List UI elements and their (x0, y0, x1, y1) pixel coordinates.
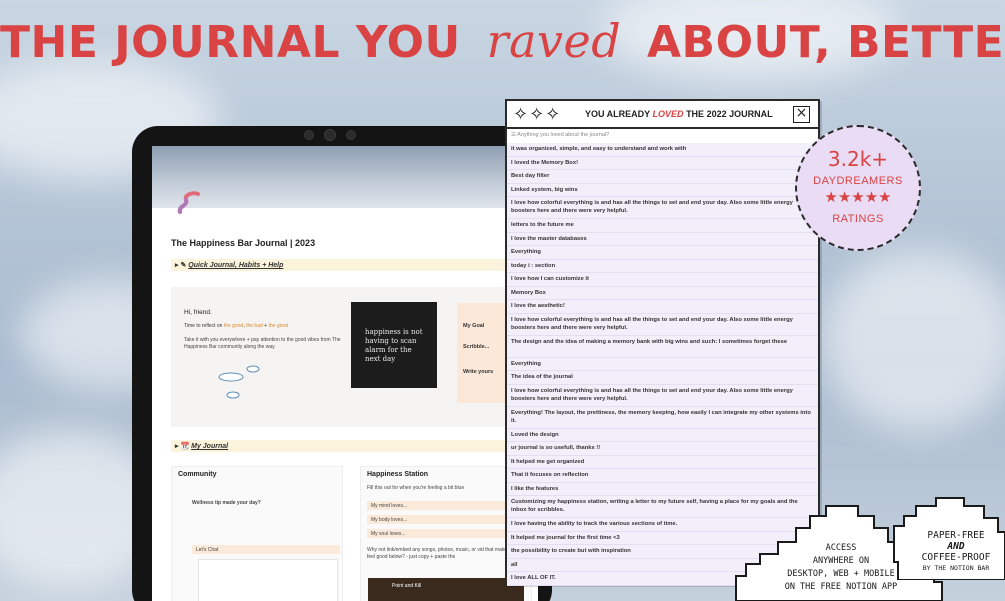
toggle-quick-label: Quick Journal, Habits + Help (188, 262, 284, 269)
music-embed[interactable]: Point and Kill (368, 578, 524, 601)
popup-title-loved: LOVED (652, 109, 684, 119)
answer-row: Everything (507, 357, 818, 371)
squiggle-icon (177, 191, 200, 214)
happiness-station-title: Happiness Station (367, 471, 429, 478)
camera-lens (324, 129, 336, 141)
comment-box[interactable] (198, 559, 338, 601)
community-title: Community (178, 471, 217, 478)
access-cloud-text: ACCESS ANYWHERE ON DESKTOP, WEB + MOBILE… (766, 542, 916, 594)
headline: THE JOURNAL YOU raved ABOUT, BETTER (0, 14, 1005, 68)
answer-row: I love how colorful everything is and ha… (507, 313, 818, 336)
take-it-text: Take it with you everywhere + pay attent… (184, 337, 341, 350)
cover-image (152, 146, 538, 208)
answer-row: I like the features (507, 482, 818, 496)
toggle-my-journal[interactable]: ▸ 📆 My Journal (171, 440, 531, 452)
mind-loves[interactable]: My mind loves... (367, 501, 517, 510)
answer-row: it was organized, simple, and easy to un… (507, 143, 818, 157)
peach-goal[interactable]: My Goal (463, 323, 484, 329)
paper-line3: COFFEE-PROOF (921, 552, 991, 563)
answer-row: I love how colorful everything is and ha… (507, 384, 818, 407)
camera-dot (304, 130, 314, 140)
answer-row: Everything (507, 246, 818, 260)
reflect-good: the good (223, 323, 244, 329)
badge-ratings: RATINGS (832, 213, 884, 225)
badge-label: DAYDREAMERS (813, 175, 903, 187)
ratings-badge: 3.2k+ DAYDREAMERS ★★★★★ RATINGS (795, 125, 921, 251)
answer-row: Everything! The layout, the prettiness, … (507, 406, 818, 429)
popup-header: ✧✧✧ YOU ALREADY LOVED THE 2022 JOURNAL × (507, 101, 818, 129)
paper-line2: AND (947, 541, 965, 552)
toggle-quick-journal[interactable]: ▸ ✎ Quick Journal, Habits + Help (171, 259, 531, 271)
pixel-clouds-icon (218, 365, 260, 399)
toggle-my-journal-label: My Journal (191, 443, 229, 450)
lets-chat[interactable]: Let's Chat (192, 545, 340, 554)
body-loves[interactable]: My body loves... (367, 515, 517, 524)
answer-row: Best day filter (507, 170, 818, 184)
headline-part2: ABOUT, BETTER (647, 17, 1005, 68)
answer-row: Linked system, big wins (507, 183, 818, 197)
star-icons: ★★★★★ (824, 189, 892, 206)
peach-scribble[interactable]: Scribble... (463, 344, 489, 350)
answer-row: I love the aesthetic! (507, 300, 818, 314)
happiness-station-sub: Fill this out for when you're feeling a … (367, 485, 465, 491)
reflect-prefix: Time to reflect on (184, 323, 223, 329)
reflect-bad: the bad (246, 323, 263, 329)
camera-dot (346, 130, 356, 140)
access-line2: ANYWHERE ON (812, 556, 870, 566)
quote-text: happiness is not having to scan alarm fo… (365, 328, 423, 363)
access-line4: ON THE FREE NOTION APP (784, 582, 898, 592)
popup-title-prefix: YOU ALREADY (585, 109, 651, 119)
paper-cloud-text: PAPER-FREE AND COFFEE-PROOF BY THE NOTIO… (908, 530, 1004, 574)
greeting: Hi, friend. (184, 309, 212, 316)
answer-row: letters to the future me (507, 219, 818, 233)
popup-title: YOU ALREADY LOVED THE 2022 JOURNAL (585, 109, 773, 119)
answer-row: Memory Box (507, 286, 818, 300)
popup-title-suffix: THE 2022 JOURNAL (686, 109, 773, 119)
community-tip: Wellness tip made your day? (192, 500, 261, 506)
answer-row: ur journal is so usefull, thanks !! (507, 442, 818, 456)
sparkle-icons: ✧✧✧ (513, 104, 562, 124)
answer-row: Loved the design (507, 428, 818, 442)
answer-row: That it focuses on reflection (507, 469, 818, 483)
answer-row: I love how colorful everything is and ha… (507, 197, 818, 219)
answer-row: I loved the Memory Box! (507, 156, 818, 170)
peach-write[interactable]: Write yours (463, 369, 493, 375)
quote-card: happiness is not having to scan alarm fo… (351, 302, 437, 388)
answer-row: The idea of the journal (507, 371, 818, 385)
answer-row: I love the master databases (507, 232, 818, 246)
answer-row: today i : section (507, 259, 818, 273)
notion-screen: The Happiness Bar Journal | 2023 ▸ ✎ Qui… (152, 146, 538, 601)
close-icon[interactable]: × (793, 106, 810, 123)
song-label: Point and Kill (392, 583, 422, 589)
headline-part1: THE JOURNAL YOU (0, 17, 461, 68)
answer-row: It helped me get organized (507, 455, 818, 469)
answer-row: The design and the idea of making a memo… (507, 335, 818, 358)
community-card: Community Wellness tip made your day? Le… (171, 466, 343, 601)
question-label: ☰ Anything you loved about the journal? (511, 132, 610, 138)
question-text: Anything you loved about the journal? (517, 132, 610, 138)
answer-row: I love how I can customize it (507, 273, 818, 287)
why-not-text: Why not link/embed any songs, photos, mu… (367, 547, 517, 560)
background-cloud (820, 250, 1005, 430)
badge-count: 3.2k+ (827, 147, 889, 171)
headline-script-word: raved (486, 14, 622, 68)
reflect-great: the great (268, 323, 289, 329)
reflect-line: Time to reflect on the good, the bad + t… (184, 323, 289, 329)
paper-line1: PAPER-FREE (927, 530, 985, 541)
page-title: The Happiness Bar Journal | 2023 (171, 238, 316, 248)
access-line1: ACCESS (825, 543, 857, 553)
access-line3: DESKTOP, WEB + MOBILE (787, 569, 895, 579)
soul-loves[interactable]: My soul loves... (367, 529, 517, 538)
paper-line4: BY THE NOTION BAR (922, 564, 990, 572)
